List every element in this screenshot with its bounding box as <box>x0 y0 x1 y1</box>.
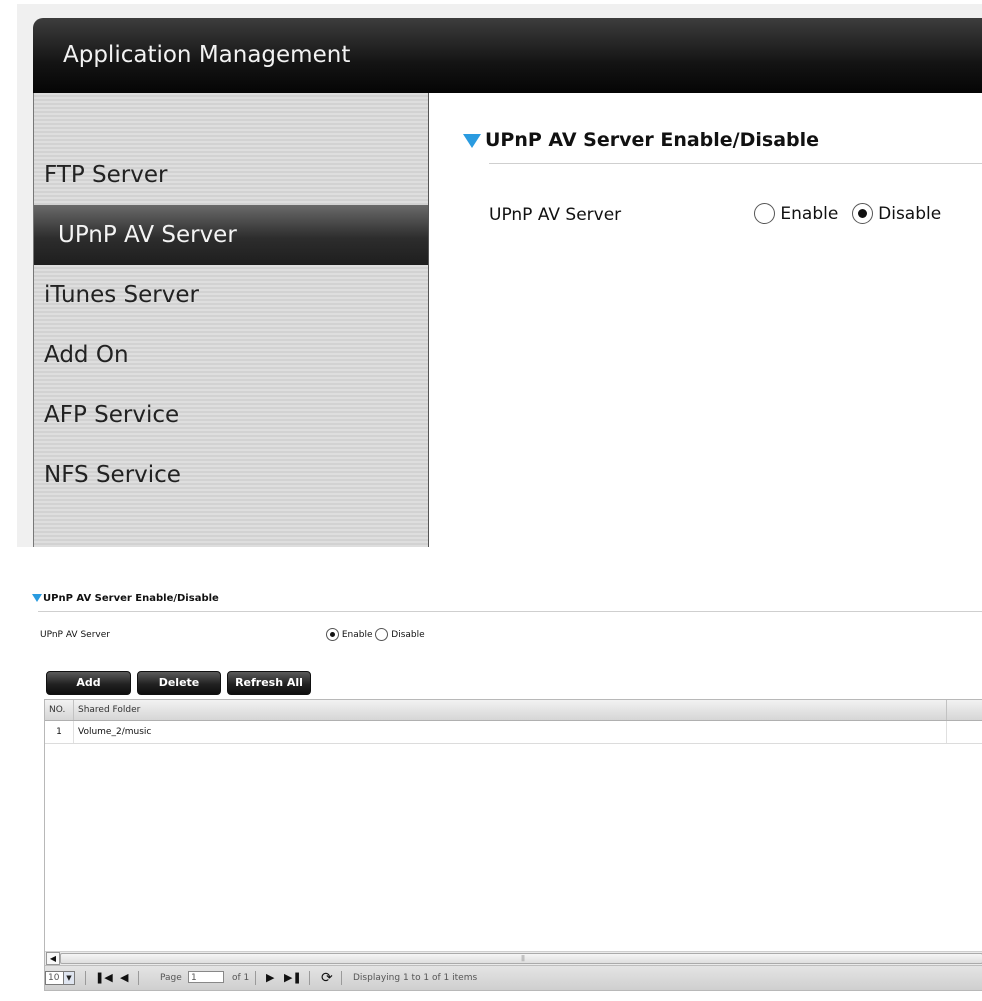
table-row[interactable]: 1 Volume_2/music <box>45 721 982 744</box>
next-page-icon[interactable]: ▶ <box>266 966 274 990</box>
cell-no: 1 <box>45 721 74 743</box>
chevron-left-icon[interactable]: ◀ <box>46 952 60 965</box>
horizontal-scrollbar[interactable]: ◀ ||| <box>45 951 982 965</box>
sidebar-item-add-on[interactable]: Add On <box>34 325 428 385</box>
delete-button[interactable]: Delete <box>137 671 221 695</box>
pager-status: Displaying 1 to 1 of 1 items <box>353 973 478 983</box>
enable-label[interactable]: Enable <box>342 630 373 640</box>
enable-radio[interactable] <box>326 628 339 641</box>
pager-separator <box>309 971 310 985</box>
section-divider <box>38 611 982 612</box>
sidebar-item-label: NFS Service <box>44 462 181 488</box>
last-page-icon[interactable]: ▶❚ <box>284 966 302 990</box>
per-page-select[interactable]: 10 ▼ <box>45 971 75 985</box>
triangle-down-icon <box>32 594 42 602</box>
shared-folder-table: NO. Shared Folder 1 Volume_2/music ◀ |||… <box>44 699 982 991</box>
section-title: UPnP AV Server Enable/Disable <box>463 129 819 151</box>
section-title-text: UPnP AV Server Enable/Disable <box>485 129 820 151</box>
page-title: Application Management <box>63 42 351 68</box>
first-page-icon[interactable]: ❚◀ <box>95 966 113 990</box>
pager-separator <box>255 971 256 985</box>
cell-shared-folder: Volume_2/music <box>74 721 947 743</box>
chevron-down-icon[interactable]: ▼ <box>63 972 74 984</box>
app-header: Application Management <box>33 18 982 93</box>
triangle-down-icon <box>463 133 481 148</box>
scrollbar-grip: ||| <box>521 955 525 962</box>
sidebar-item-afp-service[interactable]: AFP Service <box>34 385 428 445</box>
sidebar-item-label: FTP Server <box>44 162 168 188</box>
pager-separator <box>85 971 86 985</box>
pagination-bar: 10 ▼ ❚◀ ◀ Page 1 of 1 ▶ ▶❚ ⟳ Displaying … <box>45 965 982 990</box>
sidebar-item-label: Add On <box>44 342 129 368</box>
upnp-radio-group-bottom: Enable Disable <box>326 628 425 641</box>
sidebar-item-label: iTunes Server <box>44 282 199 308</box>
section-title-text: UPnP AV Server Enable/Disable <box>43 593 219 604</box>
page-number-input[interactable]: 1 <box>188 971 224 983</box>
upnp-av-server-label: UPnP AV Server <box>489 205 622 225</box>
prev-page-icon[interactable]: ◀ <box>120 966 128 990</box>
sidebar-item-itunes-server[interactable]: iTunes Server <box>34 265 428 325</box>
sidebar-item-upnp-av-server[interactable]: UPnP AV Server <box>34 205 428 265</box>
sidebar-item-label: AFP Service <box>44 402 180 428</box>
sidebar-item-ftp-server[interactable]: FTP Server <box>34 145 428 205</box>
sidebar-item-nfs-service[interactable]: NFS Service <box>34 445 428 505</box>
scrollbar-thumb[interactable]: ||| <box>60 953 982 964</box>
add-button[interactable]: Add <box>46 671 131 695</box>
disable-radio[interactable] <box>851 203 873 224</box>
application-management-panel: Application Management FTP Server UPnP A… <box>17 4 982 547</box>
pager-separator <box>138 971 139 985</box>
enable-label[interactable]: Enable <box>780 204 838 224</box>
upnp-av-server-label: UPnP AV Server <box>40 630 110 640</box>
main-content: UPnP AV Server Enable/Disable UPnP AV Se… <box>429 93 982 547</box>
pager-separator <box>341 971 342 985</box>
section-divider <box>489 163 982 164</box>
table-header: NO. Shared Folder <box>45 700 982 721</box>
column-header-shared-folder[interactable]: Shared Folder <box>74 700 947 720</box>
page-label: Page <box>160 973 182 983</box>
upnp-radio-group: Enable Disable <box>754 203 949 224</box>
disable-label[interactable]: Disable <box>878 204 941 224</box>
page-of-label: of 1 <box>232 973 250 983</box>
sidebar-item-label: UPnP AV Server <box>58 222 237 248</box>
column-header-no[interactable]: NO. <box>45 700 74 720</box>
refresh-icon[interactable]: ⟳ <box>321 966 333 990</box>
enable-radio[interactable] <box>754 203 775 224</box>
sidebar: FTP Server UPnP AV Server iTunes Server … <box>33 93 430 547</box>
disable-radio[interactable] <box>375 628 389 641</box>
per-page-value: 10 <box>48 973 60 983</box>
disable-label[interactable]: Disable <box>391 630 424 640</box>
refresh-all-button[interactable]: Refresh All <box>227 671 311 695</box>
section-title-bottom: UPnP AV Server Enable/Disable <box>32 593 219 604</box>
